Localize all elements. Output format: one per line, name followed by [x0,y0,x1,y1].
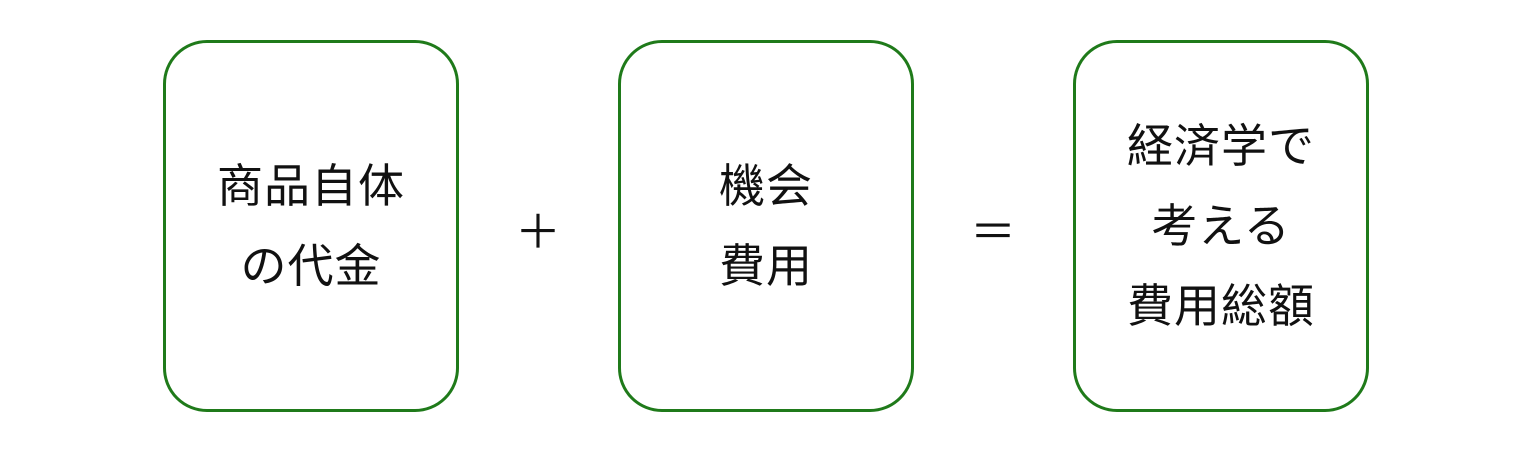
opportunity-cost-box: 機会 費用 [618,40,914,412]
total-cost-line-2: 考える [1151,199,1291,253]
total-cost-line-3: 費用総額 [1127,279,1315,333]
total-cost-line-1: 経済学で [1127,119,1315,173]
total-economic-cost-box: 経済学で 考える 費用総額 [1073,40,1369,412]
product-price-line-2: の代金 [240,239,382,293]
product-price-line-1: 商品自体 [217,159,405,213]
opportunity-cost-line-1: 機会 [719,159,813,213]
product-price-box: 商品自体 の代金 [163,40,459,412]
equals-operator: ＝ [970,205,1016,259]
opportunity-cost-line-2: 費用 [719,239,813,293]
plus-operator: ＋ [515,205,561,259]
